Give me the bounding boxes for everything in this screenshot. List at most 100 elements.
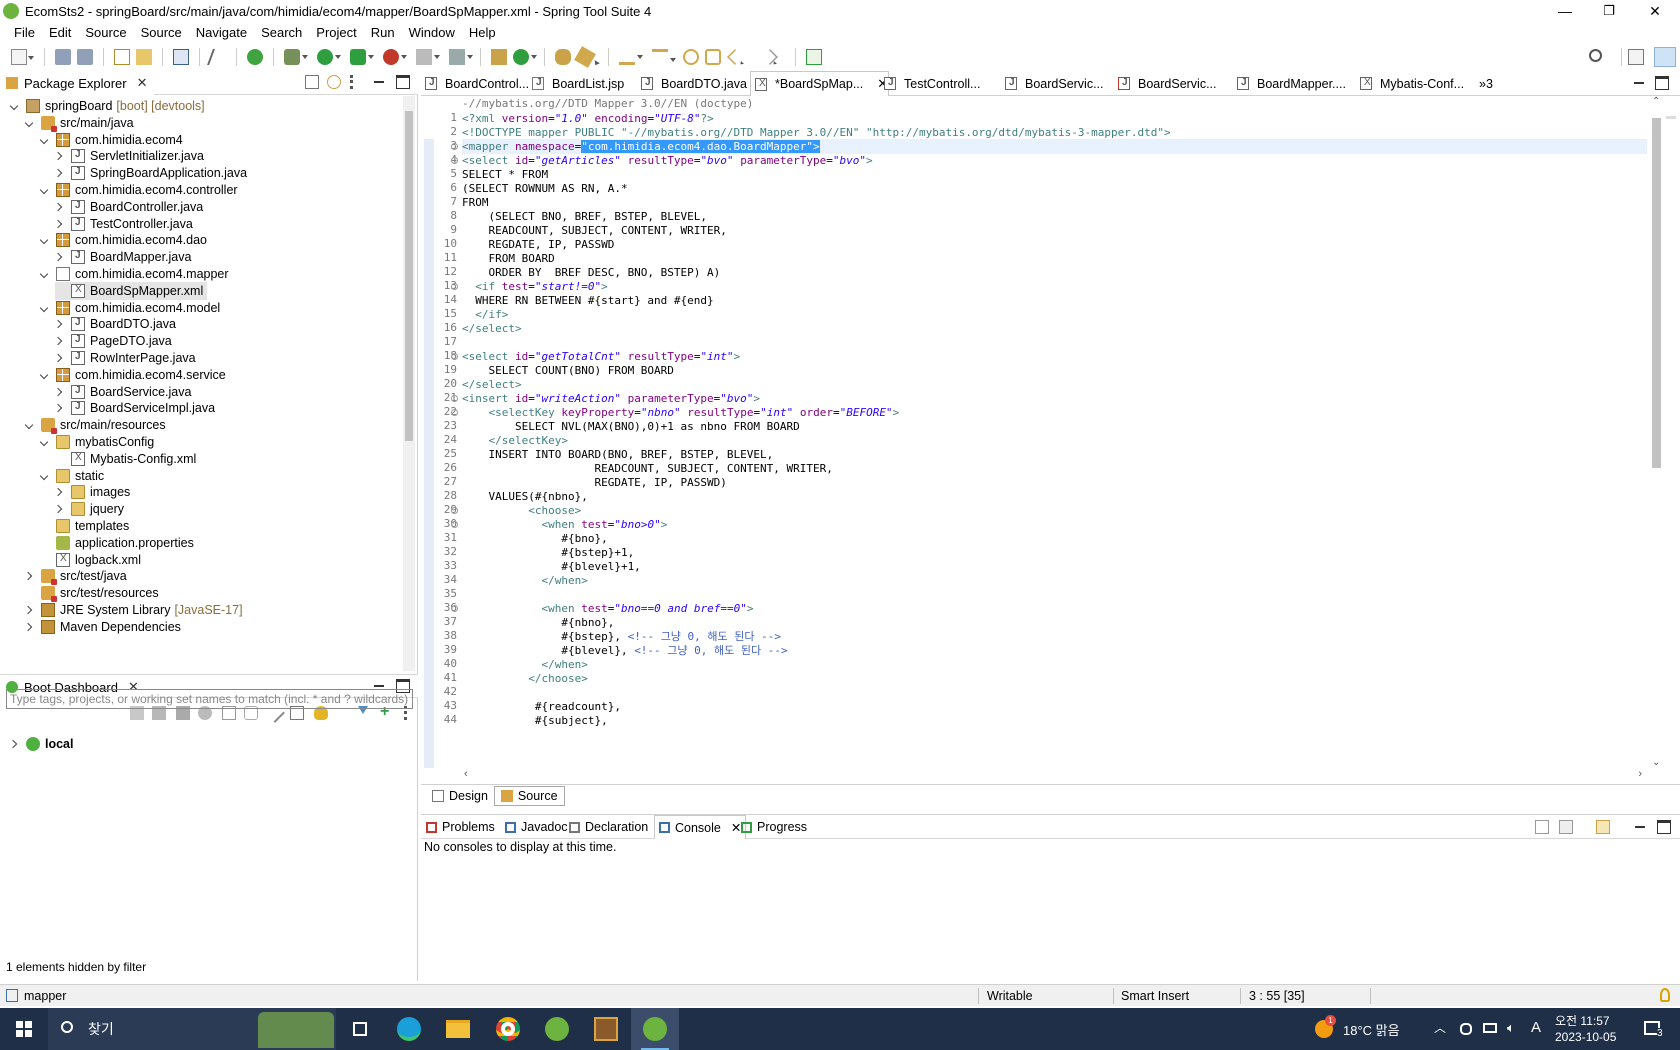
expand-toggle-icon[interactable] [40,269,50,279]
previous-annotation-icon[interactable] [652,49,676,65]
scroll-up-icon[interactable]: ⌃ [1652,96,1660,107]
open-resource-icon[interactable] [136,49,152,65]
maximize-view-icon[interactable] [396,75,410,89]
expand-toggle-icon[interactable] [10,101,20,111]
pin-editor-icon[interactable] [806,49,822,65]
code-line[interactable]: WHERE RN BETWEEN #{start} and #{end} [462,293,713,308]
pin-console-icon[interactable] [1535,820,1549,834]
save-all-icon[interactable] [77,49,93,65]
code-line[interactable]: <mapper namespace="com.himidia.ecom4.dao… [462,139,1647,154]
expand-toggle-icon[interactable] [25,420,35,430]
chevron-up-icon[interactable]: ︿ [1434,1019,1446,1036]
package-explorer-tab[interactable]: Package Explorer ✕ [0,71,154,95]
code-line[interactable]: FROM BOARD [462,251,554,266]
expand-toggle-icon[interactable] [40,185,50,195]
open-perspective-icon[interactable] [1628,49,1644,65]
code-line[interactable]: <!DOCTYPE mapper PUBLIC "-//mybatis.org/… [462,125,1171,140]
code-line[interactable]: </when> [462,573,587,588]
tree-item[interactable]: BoardSpMapper.xml [55,281,208,300]
tree-item[interactable]: src/main/resources [25,416,166,435]
tab-design[interactable]: Design [426,786,494,806]
tree-item[interactable]: PageDTO.java [55,332,172,350]
code-line[interactable]: SELECT COUNT(BNO) FROM BOARD [462,363,673,378]
menu-file[interactable]: File [7,22,42,44]
fold-toggle-icon[interactable] [451,409,458,416]
view-menu-icon[interactable] [350,75,354,89]
coverage-icon[interactable] [350,49,374,65]
code-area[interactable]: -//mybatis.org//DTD Mapper 3.0//EN (doct… [462,96,1647,768]
code-line[interactable]: (SELECT BNO, BREF, BSTEP, BLEVEL, [462,209,707,224]
ime-indicator[interactable]: A [1531,1019,1541,1036]
tab-source[interactable]: Source [493,785,565,806]
maximize-button[interactable]: ❐ [1586,0,1632,22]
spring-tools-app-2[interactable] [631,1008,679,1050]
expand-toggle-icon[interactable] [55,319,65,329]
maximize-view-icon[interactable] [1657,820,1671,834]
back-to-edit-icon[interactable] [705,49,721,65]
collapse-all-icon[interactable] [305,75,319,89]
expand-toggle-icon[interactable] [55,504,65,514]
tree-item[interactable]: BoardServiceImpl.java [55,399,215,417]
code-line[interactable]: #{bstep}, <!-- 그냥 0, 해도 된다 --> [462,629,781,644]
fold-toggle-icon[interactable] [451,605,458,612]
speaker-icon[interactable]: 🔈︎ [1507,1020,1515,1036]
bottom-tab[interactable]: Console ✕ [654,815,747,839]
tree-item[interactable]: BoardDTO.java [55,315,176,333]
tree-item[interactable]: mybatisConfig [40,433,154,451]
close-icon[interactable]: ✕ [731,820,741,835]
code-line[interactable]: </if> [462,307,508,322]
tree-item[interactable]: src/test/java [25,567,127,586]
code-line[interactable]: REGDATE, IP, PASSWD) [462,475,726,490]
stop-icon[interactable] [416,49,440,65]
editor-horizontal-scrollbar[interactable]: ‹ › [462,768,1648,784]
close-icon[interactable]: ✕ [137,75,148,91]
tree-item[interactable]: images [55,483,130,501]
terminal-icon[interactable] [173,49,189,65]
editor-tab[interactable]: BoardControl... [421,71,529,96]
code-line[interactable]: SELECT NVL(MAX(BNO),0)+1 as nbno FROM BO… [462,419,800,434]
code-line[interactable]: <insert id="writeAction" parameterType="… [462,391,760,406]
tree-item[interactable]: springBoard [boot] [devtools] [10,97,205,115]
last-edit-location-icon[interactable] [683,49,699,65]
bottom-tab[interactable]: Problems [426,815,495,839]
expand-toggle-icon[interactable] [40,370,50,380]
expand-toggle-icon[interactable] [25,622,35,632]
expand-toggle-icon[interactable] [25,605,35,615]
expand-toggle-icon[interactable] [55,219,65,229]
tree-item[interactable]: BoardMapper.java [55,248,191,266]
open-console-icon[interactable] [1596,820,1610,834]
boot-local-item[interactable]: local [10,735,74,753]
code-line[interactable]: <if test="start!=0"> [462,279,607,294]
menu-search[interactable]: Search [254,22,309,44]
code-line[interactable]: </when> [462,657,587,672]
code-line[interactable]: ORDER BY BREF DESC, BNO, BSTEP) A) [462,265,720,280]
open-type-icon[interactable] [114,49,130,65]
code-line[interactable]: #{blevel}+1, [462,559,640,574]
code-line[interactable]: #{subject}, [462,713,608,728]
bottom-tab[interactable]: Declaration [569,815,648,839]
scrollbar-thumb[interactable] [1652,118,1661,468]
search-tool-icon[interactable] [574,46,596,68]
expand-toggle-icon[interactable] [40,235,50,245]
menu-edit[interactable]: Edit [42,22,78,44]
tree-item[interactable]: BoardController.java [55,198,203,216]
code-line[interactable]: #{readcount}, [462,699,621,714]
scroll-right-icon[interactable]: › [1638,768,1642,780]
chrome-app[interactable] [484,1008,532,1050]
skip-breakpoints-icon[interactable] [207,49,229,65]
editor-tab[interactable]: BoardMapper.... [1233,71,1346,96]
expand-toggle-icon[interactable] [55,387,65,397]
expand-toggle-icon[interactable] [40,303,50,313]
tree-item[interactable]: src/main/java [25,114,134,132]
tree-item[interactable]: com.himidia.ecom4.controller [40,181,238,199]
expand-toggle-icon[interactable] [55,487,65,497]
code-line[interactable]: #{blevel}, <!-- 그냥 0, 해도 된다 --> [462,643,787,658]
code-line[interactable]: <when test="bno==0 and bref==0"> [462,601,753,616]
boot-dashboard-icon[interactable] [247,49,263,65]
tree-item[interactable]: com.himidia.ecom4.mapper [40,265,229,283]
tree-item[interactable]: application.properties [40,534,194,552]
open-folder-icon[interactable] [555,49,571,65]
tree-item[interactable]: RowInterPage.java [55,349,196,367]
expand-toggle-icon[interactable] [55,168,65,178]
menu-run[interactable]: Run [364,22,402,44]
